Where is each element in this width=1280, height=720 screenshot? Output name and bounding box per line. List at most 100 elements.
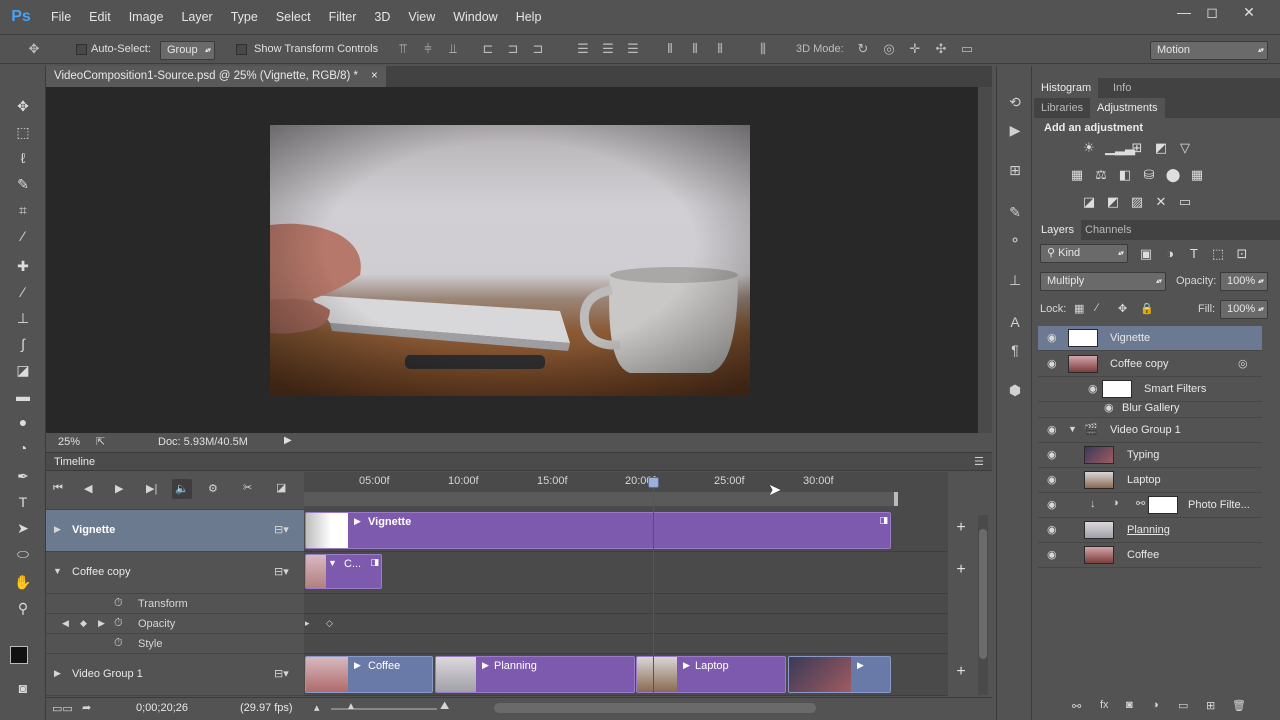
auto-select-checkbox[interactable] xyxy=(76,44,87,55)
property-lane-opacity[interactable]: ▸ ◇ xyxy=(304,614,948,634)
track-header-video-group-1[interactable]: ▶ Video Group 1 ⊟▾ xyxy=(46,654,304,696)
work-area-end-handle[interactable] xyxy=(894,492,898,506)
align-vcenter-icon[interactable]: ⫩ xyxy=(420,41,436,57)
track-lane-vignette[interactable]: ▶ Vignette ◨ xyxy=(304,510,948,552)
status-menu-arrow-icon[interactable]: ▶ xyxy=(284,435,292,446)
mute-audio-icon[interactable]: 🔈 xyxy=(172,479,192,499)
filter-shape-icon[interactable]: ⬚ xyxy=(1210,246,1226,262)
previous-keyframe-icon[interactable]: ◀ xyxy=(62,618,69,629)
track-header-coffee-copy[interactable]: ▼ Coffee copy ⊟▾ xyxy=(46,552,304,594)
zoom-level[interactable]: 25% xyxy=(58,436,80,448)
layer-coffee[interactable]: ◉ Coffee xyxy=(1038,543,1262,568)
add-media-button[interactable]: + xyxy=(953,519,969,537)
clip-end-icon[interactable]: ◨ xyxy=(879,515,888,526)
track-options-icon[interactable]: ⊟▾ xyxy=(274,565,289,578)
tab-libraries[interactable]: Libraries xyxy=(1034,98,1090,118)
timeline-ruler[interactable]: 05:00f 10:00f 15:00f 20:00f 25:00f 30:00… xyxy=(304,472,948,510)
levels-icon[interactable]: ▁▂▃ xyxy=(1105,140,1135,156)
add-mask-icon[interactable]: ◙ xyxy=(1126,699,1133,711)
menu-view[interactable]: View xyxy=(399,0,444,34)
brush-tool-icon[interactable]: ∕ xyxy=(13,282,33,302)
exposure-icon[interactable]: ◩ xyxy=(1153,140,1169,156)
align-hcenter-icon[interactable]: ⊐ xyxy=(505,41,521,57)
document-image[interactable] xyxy=(270,125,750,396)
shape-tool-icon[interactable]: ⬭ xyxy=(13,544,33,564)
lasso-tool-icon[interactable]: ℓ xyxy=(13,148,33,168)
close-button[interactable]: ✕ xyxy=(1231,0,1267,24)
close-tab-icon[interactable]: × xyxy=(371,66,378,87)
gradient-map-icon[interactable]: ▭ xyxy=(1177,194,1193,210)
color-lookup-icon[interactable]: ▦ xyxy=(1189,167,1205,183)
menu-window[interactable]: Window xyxy=(444,0,506,34)
stopwatch-icon[interactable]: ⏱ xyxy=(114,597,123,610)
photo-filter-icon[interactable]: ⛁ xyxy=(1141,167,1157,183)
properties-icon[interactable]: ⊞ xyxy=(1007,162,1023,178)
timeline-vertical-scrollbar[interactable] xyxy=(978,515,988,695)
channel-mixer-icon[interactable]: ⬤ xyxy=(1165,167,1181,183)
delete-layer-icon[interactable]: 🗑 xyxy=(1232,699,1246,712)
eraser-tool-icon[interactable]: ◪ xyxy=(13,360,33,380)
align-right-icon[interactable]: ⊐ xyxy=(530,41,546,57)
clone-source-icon[interactable]: ⊥ xyxy=(1007,272,1023,288)
visibility-eye-icon[interactable]: ◉ xyxy=(1088,382,1098,395)
path-select-tool-icon[interactable]: ➤ xyxy=(13,518,33,538)
hue-saturation-icon[interactable]: ▦ xyxy=(1069,167,1085,183)
lock-all-icon[interactable]: 🔒 xyxy=(1140,302,1154,315)
selective-color-icon[interactable]: ✕ xyxy=(1153,194,1169,210)
document-tab[interactable]: VideoComposition1-Source.psd @ 25% (Vign… xyxy=(46,66,386,87)
color-balance-icon[interactable]: ⚖ xyxy=(1093,167,1109,183)
tab-channels[interactable]: Channels xyxy=(1078,220,1138,240)
type-tool-icon[interactable]: T xyxy=(13,492,33,512)
pen-tool-icon[interactable]: ✒ xyxy=(13,466,33,486)
clip-arrow-icon[interactable]: ▶ xyxy=(354,660,361,671)
menu-select[interactable]: Select xyxy=(267,0,320,34)
collapse-arrow-icon[interactable]: ▼ xyxy=(53,566,62,576)
distribute-right-icon[interactable]: ⦀ xyxy=(712,41,728,57)
layer-planning[interactable]: ◉ Planning xyxy=(1038,518,1262,543)
opacity-field[interactable]: 100% xyxy=(1220,272,1268,291)
eyedropper-tool-icon[interactable]: ⁄ xyxy=(13,226,33,246)
track-options-icon[interactable]: ⊟▾ xyxy=(274,523,289,536)
menu-type[interactable]: Type xyxy=(222,0,267,34)
healing-brush-tool-icon[interactable]: ✚ xyxy=(13,256,33,276)
export-icon[interactable]: ⇱ xyxy=(96,435,105,448)
hand-tool-icon[interactable]: ✋ xyxy=(13,572,33,592)
new-layer-icon[interactable]: ⊞ xyxy=(1206,699,1215,712)
show-transform-checkbox[interactable] xyxy=(236,44,247,55)
character-icon[interactable]: A xyxy=(1007,314,1023,330)
tab-histogram[interactable]: Histogram xyxy=(1034,78,1099,98)
new-group-icon[interactable]: ▭ xyxy=(1178,699,1188,712)
clip-arrow-icon[interactable]: ▶ xyxy=(683,660,690,671)
layer-video-group-1[interactable]: ◉ ▼ 🎬 Video Group 1 xyxy=(1038,418,1262,443)
next-keyframe-icon[interactable]: ▶ xyxy=(98,618,105,629)
tab-layers[interactable]: Layers xyxy=(1034,220,1082,240)
clip-arrow-icon[interactable]: ▶ xyxy=(354,516,361,527)
visibility-eye-icon[interactable]: ◉ xyxy=(1047,331,1057,344)
stopwatch-icon[interactable]: ⏱ xyxy=(114,637,123,650)
track-lane-video-group-1[interactable]: ▶ Coffee ▶ Planning ▶ Laptop ▶ xyxy=(304,654,948,696)
stopwatch-icon[interactable]: ⏱ xyxy=(114,617,123,630)
filter-type-icon[interactable]: T xyxy=(1186,246,1202,262)
3d-scale-icon[interactable]: ▭ xyxy=(959,41,975,57)
visibility-eye-icon[interactable]: ◉ xyxy=(1047,473,1057,486)
zoom-in-icon[interactable]: ⛰ xyxy=(440,700,449,713)
visibility-eye-icon[interactable]: ◉ xyxy=(1104,401,1114,414)
align-top-icon[interactable]: ⫪ xyxy=(395,41,411,57)
timeline-scroll-thumb[interactable] xyxy=(979,529,987,659)
crop-tool-icon[interactable]: ⌗ xyxy=(13,200,33,220)
clip-arrow-icon[interactable]: ▶ xyxy=(857,660,864,671)
distribute-top-icon[interactable]: ☰ xyxy=(575,41,591,57)
settings-gear-icon[interactable]: ⚙ xyxy=(208,482,218,495)
previous-frame-icon[interactable]: ◀ xyxy=(84,482,92,495)
link-layers-icon[interactable]: ⚯ xyxy=(1072,700,1081,713)
split-scissors-icon[interactable]: ✂ xyxy=(243,481,252,494)
layer-blur-gallery[interactable]: ◉ Blur Gallery xyxy=(1038,398,1262,418)
property-row-transform[interactable]: ⏱ Transform xyxy=(46,594,304,614)
layer-typing[interactable]: ◉ Typing xyxy=(1038,443,1262,468)
collapse-arrow-icon[interactable]: ▼ xyxy=(1068,424,1077,434)
threshold-icon[interactable]: ▨ xyxy=(1129,194,1145,210)
work-area-bar[interactable] xyxy=(304,492,896,506)
mask-link-icon[interactable]: ⚯ xyxy=(1136,497,1145,510)
clip-arrow-icon[interactable]: ▶ xyxy=(482,660,489,671)
clip-planning[interactable]: ▶ Planning xyxy=(435,656,635,693)
